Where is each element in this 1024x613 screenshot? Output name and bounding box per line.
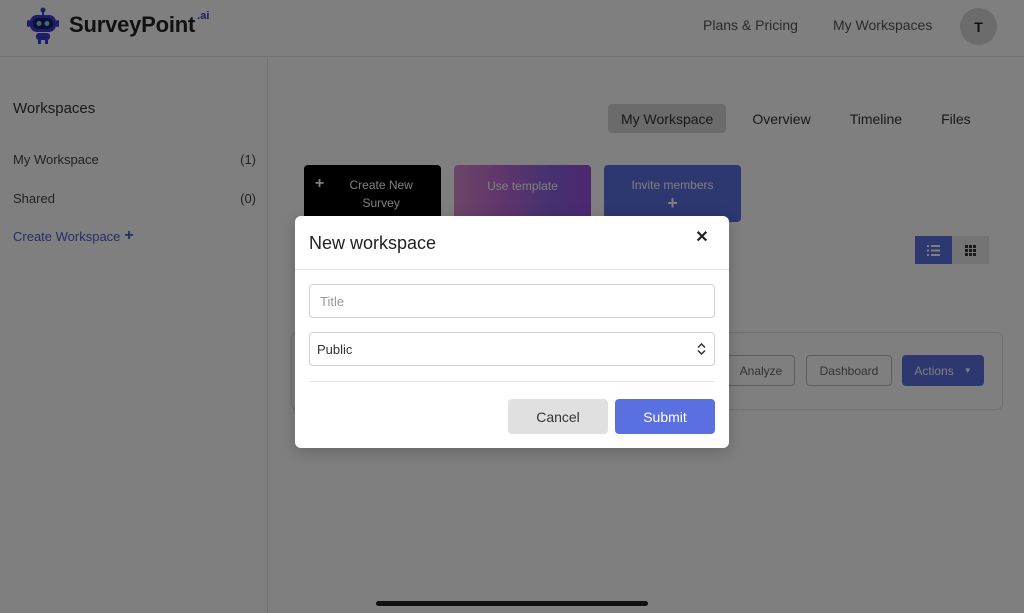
modal-header-divider xyxy=(295,269,729,270)
home-indicator xyxy=(376,601,648,606)
visibility-select[interactable]: Public xyxy=(309,332,715,366)
new-workspace-modal: New workspace ✕ Public Cancel Submit xyxy=(295,216,729,448)
submit-button[interactable]: Submit xyxy=(615,399,715,434)
cancel-button[interactable]: Cancel xyxy=(508,399,608,434)
title-input[interactable] xyxy=(309,284,715,318)
select-arrows-icon xyxy=(697,343,706,355)
visibility-select-value: Public xyxy=(317,341,353,357)
modal-footer-divider xyxy=(309,381,715,382)
close-icon[interactable]: ✕ xyxy=(693,228,711,246)
modal-title: New workspace xyxy=(309,233,437,253)
